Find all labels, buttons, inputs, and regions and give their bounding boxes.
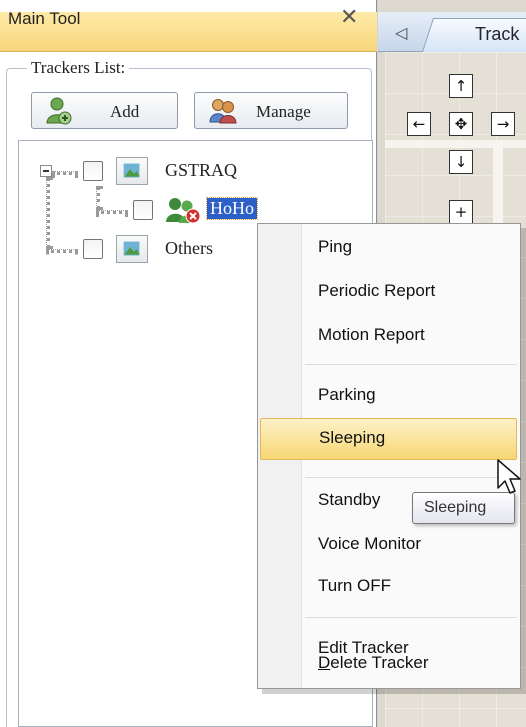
panel-title: Main Tool [8, 9, 81, 28]
close-icon[interactable]: ✕ [340, 4, 358, 30]
group-legend: Trackers List: [27, 58, 130, 78]
menu-item-label: Motion Report [318, 325, 425, 344]
collapse-icon[interactable] [40, 165, 52, 177]
node-others-label[interactable]: Others [165, 238, 213, 259]
menu-item-periodic-report[interactable]: Periodic Report [260, 271, 517, 313]
pan-left-button[interactable]: ← [407, 112, 431, 136]
menu-item-label-rest: elete Tracker [330, 653, 429, 672]
mouse-cursor-icon [497, 459, 521, 494]
menu-item-label: Turn OFF [318, 576, 392, 595]
menu-item-label: Parking [318, 385, 376, 404]
menu-item-label: Standby [318, 490, 381, 509]
group-picture-icon [123, 241, 140, 256]
tab-trackers-label: Track [475, 24, 520, 44]
menu-item-delete-tracker[interactable] [260, 671, 517, 687]
tree-connector [96, 210, 128, 214]
manage-button[interactable]: Manage [194, 92, 348, 129]
pan-up-button[interactable]: ↑ [449, 74, 473, 98]
menu-item-parking[interactable]: Parking [260, 375, 517, 417]
menu-item-voice-monitor[interactable]: Voice Monitor [260, 524, 517, 566]
node-gstraq-checkbox[interactable] [83, 161, 103, 181]
menu-separator [305, 364, 517, 365]
menu-item-ping[interactable]: Ping [260, 227, 517, 269]
pan-center-button[interactable]: ✥ [449, 112, 473, 136]
map-road [385, 140, 526, 148]
menu-separator [305, 617, 517, 618]
pan-down-button[interactable]: ↓ [449, 150, 473, 174]
menu-item-delete-tracker-label[interactable]: Delete Tracker [318, 653, 429, 673]
menu-item-label: Sleeping [319, 428, 386, 447]
tree-connector [52, 171, 78, 175]
node-hoho-label[interactable]: HoHo [206, 197, 258, 220]
menu-separator [305, 477, 517, 478]
tab-scroll-left-icon[interactable]: ◁ [395, 23, 407, 43]
group-icon [116, 157, 148, 185]
minus-glyph [43, 170, 49, 172]
tree-connector [96, 186, 100, 210]
menu-item-label: Ping [318, 237, 353, 256]
tree-connector [46, 177, 50, 249]
menu-item-motion-report[interactable]: Motion Report [260, 315, 517, 357]
pan-right-button[interactable]: → [491, 112, 515, 136]
add-button-label: Add [110, 102, 140, 121]
menu-mnemonic: D [318, 653, 331, 672]
menu-item-label: Voice Monitor [318, 534, 421, 553]
node-hoho-checkbox[interactable] [133, 200, 153, 220]
manage-users-icon [209, 99, 237, 124]
menu-item-label: Periodic Report [318, 281, 436, 300]
zoom-in-button[interactable]: + [449, 200, 473, 224]
add-button[interactable]: Add [31, 92, 178, 129]
tree-connector [46, 249, 78, 253]
tracker-offline-icon [166, 198, 201, 224]
node-gstraq-label[interactable]: GSTRAQ [165, 160, 237, 181]
menu-item-sleeping[interactable]: Sleeping [260, 418, 517, 460]
group-icon [116, 235, 148, 263]
tooltip-text: Sleeping [424, 499, 487, 516]
menu-item-turn-off[interactable]: Turn OFF [260, 566, 517, 608]
group-picture-icon [123, 163, 140, 178]
add-tracker-icon [46, 97, 72, 125]
manage-button-label: Manage [256, 102, 311, 121]
node-others-checkbox[interactable] [83, 239, 103, 259]
